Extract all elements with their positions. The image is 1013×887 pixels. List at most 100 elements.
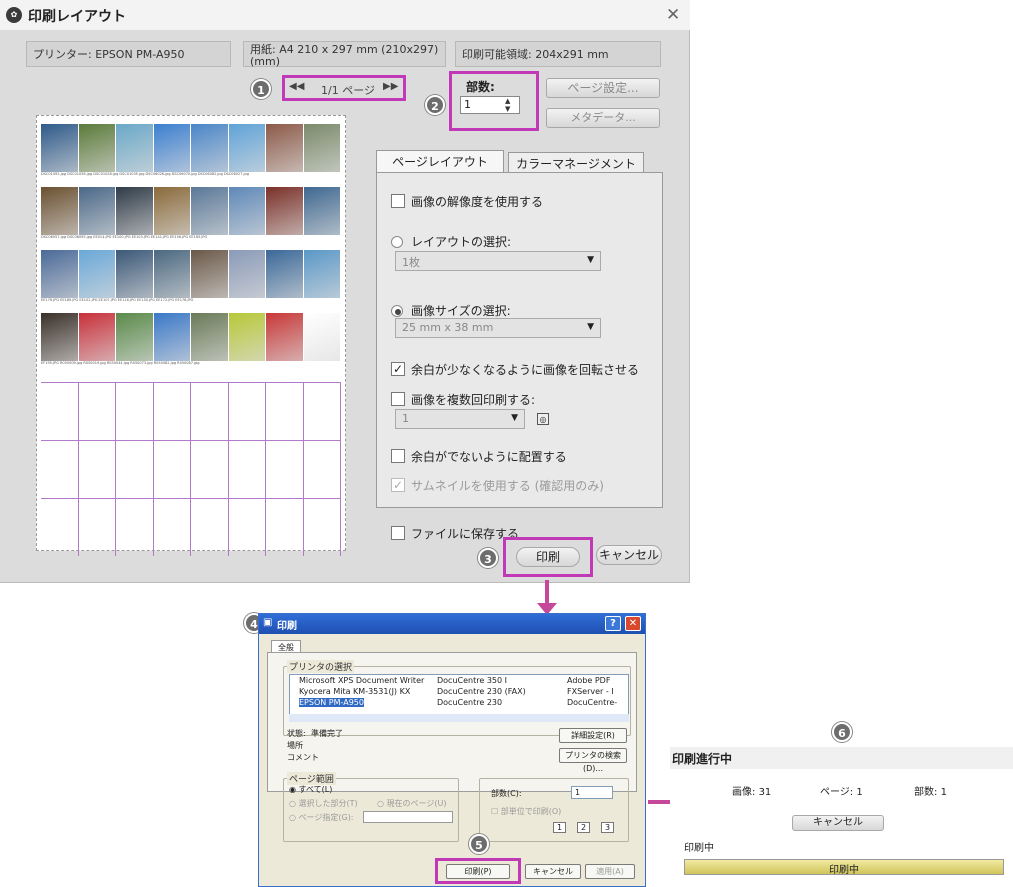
photo-thumbnail: [266, 187, 303, 235]
copies-highlight: 部数: 1 ▲ ▼: [449, 71, 539, 131]
step-badge-2: 2: [425, 95, 445, 115]
layout-select[interactable]: 1枚 ▼: [395, 251, 601, 271]
step-badge-6: 6: [832, 722, 852, 742]
photo-thumbnail: [191, 124, 228, 172]
printer-item[interactable]: DocuCentre-: [567, 698, 617, 707]
empty-slot: [266, 499, 304, 556]
printer-app-icon: ▣: [263, 617, 273, 628]
printer-item-selected[interactable]: EPSON PM-A950: [299, 698, 364, 707]
empty-slot: [154, 441, 191, 498]
photo-thumbnail: [266, 250, 303, 298]
copies-input[interactable]: 1 ▲ ▼: [460, 96, 520, 114]
first-page-icon[interactable]: ◀◀: [289, 81, 304, 92]
copies-field[interactable]: 1: [571, 786, 613, 799]
empty-slot: [41, 383, 79, 440]
empty-slot: [79, 383, 116, 440]
images-value: 31: [758, 787, 772, 798]
tab-page-layout[interactable]: ページレイアウト: [376, 150, 504, 174]
range-pages-radio[interactable]: ○ ページ指定(G):: [289, 812, 354, 823]
dropdown-arrow-icon: ▼: [587, 255, 594, 265]
last-page-icon[interactable]: ▶▶: [383, 81, 398, 92]
rotate-checkbox[interactable]: ✓: [391, 362, 405, 376]
close-icon[interactable]: ✕: [625, 616, 641, 631]
app-logo-icon: ✿: [6, 7, 22, 23]
empty-slot: [266, 441, 304, 498]
collate-checkbox[interactable]: ☐ 部単位で印刷(O): [491, 806, 561, 817]
win-title-bar: 印刷: [259, 614, 645, 634]
printer-item[interactable]: Microsoft XPS Document Writer: [299, 676, 424, 685]
metadata-button[interactable]: メタデータ...: [546, 108, 660, 128]
thumbnail-row: [41, 124, 341, 172]
collate-label: 部単位で印刷(O): [500, 807, 562, 816]
use-resolution-checkbox[interactable]: [391, 194, 405, 208]
photo-thumbnail: [78, 187, 115, 235]
photo-thumbnail: [116, 313, 153, 361]
settings-icon[interactable]: ◎: [537, 413, 549, 425]
page-range-input[interactable]: [363, 811, 453, 823]
win-print-button[interactable]: 印刷(P): [446, 864, 510, 879]
cancel-button[interactable]: キャンセル: [596, 545, 662, 565]
photo-thumbnail: [78, 313, 115, 361]
use-thumbnail-label: サムネイルを使用する (確認用のみ): [411, 479, 604, 493]
empty-slot: [116, 383, 154, 440]
location-label: 場所: [287, 741, 303, 750]
printer-item[interactable]: Adobe PDF: [567, 676, 610, 685]
no-margin-checkbox[interactable]: [391, 449, 405, 463]
step-badge-5: 5: [469, 834, 489, 854]
use-thumbnail-checkbox[interactable]: ✓: [391, 478, 405, 492]
thumbnail-captions: EE176.JPG EE189.JPG EE102.JPG EE107.JPG …: [41, 298, 194, 302]
size-select-value: 25 mm x 38 mm: [402, 321, 494, 334]
printer-item[interactable]: FXServer - I: [567, 687, 614, 696]
page-navigator: ◀◀ 1/1 ページ ▶▶: [282, 75, 406, 101]
no-margin-label: 余白がでないように配置する: [411, 450, 567, 464]
range-pages-label: ページ指定(G):: [298, 813, 354, 822]
select-layout-label: レイアウトの選択:: [411, 235, 512, 249]
help-icon[interactable]: ?: [605, 616, 621, 631]
printable-label: 印刷可能領域:: [462, 48, 532, 61]
spinner-icon[interactable]: ▲ ▼: [505, 97, 510, 113]
photo-thumbnail: [41, 124, 78, 172]
empty-slot: [229, 499, 266, 556]
printer-item[interactable]: DocuCentre 230 (FAX): [437, 687, 526, 696]
photo-thumbnail: [191, 187, 228, 235]
print-button[interactable]: 印刷: [516, 547, 580, 567]
progress-title: 印刷進行中: [672, 752, 733, 766]
multi-print-checkbox[interactable]: [391, 392, 405, 406]
save-to-file-checkbox[interactable]: [391, 526, 405, 540]
progress-status-label: 印刷中: [684, 843, 714, 854]
empty-slot: [79, 499, 116, 556]
photo-thumbnail: [303, 124, 340, 172]
range-current-radio[interactable]: ○ 現在のページ(U): [377, 798, 446, 809]
empty-slot: [79, 441, 116, 498]
page-setup-button[interactable]: ページ設定...: [546, 78, 660, 98]
layout-radio[interactable]: [391, 236, 403, 248]
multi-print-select[interactable]: 1 ▼: [395, 409, 525, 429]
printer-item[interactable]: DocuCentre 230: [437, 698, 502, 707]
empty-slot: [154, 383, 191, 440]
printer-item[interactable]: DocuCentre 350 I: [437, 676, 507, 685]
range-all-radio[interactable]: ◉ すべて(L): [289, 784, 332, 795]
dialog-title: 印刷レイアウト: [28, 9, 126, 25]
progress-cancel-button[interactable]: キャンセル: [792, 815, 884, 831]
empty-slot: [304, 441, 341, 498]
tab-color-management[interactable]: カラーマネージメント: [508, 152, 644, 174]
empty-slot: [41, 441, 79, 498]
photo-thumbnail: [266, 313, 303, 361]
photo-thumbnail: [303, 187, 340, 235]
range-selection-radio[interactable]: ○ 選択した部分(T): [289, 798, 358, 809]
printer-list-scrollbar[interactable]: [289, 714, 629, 722]
details-button[interactable]: 詳細設定(R): [559, 728, 627, 743]
close-icon[interactable]: ✕: [666, 5, 680, 25]
print-button-highlight: 印刷: [503, 537, 593, 577]
range-all-label: すべて(L): [298, 785, 333, 794]
size-radio[interactable]: [391, 305, 403, 317]
win-cancel-button[interactable]: キャンセル: [525, 864, 581, 879]
printer-item[interactable]: Kyocera Mita KM-3531(J) KX: [299, 687, 410, 696]
empty-slot: [191, 441, 229, 498]
find-printer-button[interactable]: プリンタの検索(D)...: [559, 748, 627, 773]
page-preview: DSC01092.jpg DSC01056.jpg DSC01028.jpg D…: [36, 115, 346, 556]
win-apply-button[interactable]: 適用(A): [585, 864, 635, 879]
dropdown-arrow-icon: ▼: [511, 413, 518, 423]
photo-thumbnail: [41, 187, 78, 235]
size-select[interactable]: 25 mm x 38 mm ▼: [395, 318, 601, 338]
